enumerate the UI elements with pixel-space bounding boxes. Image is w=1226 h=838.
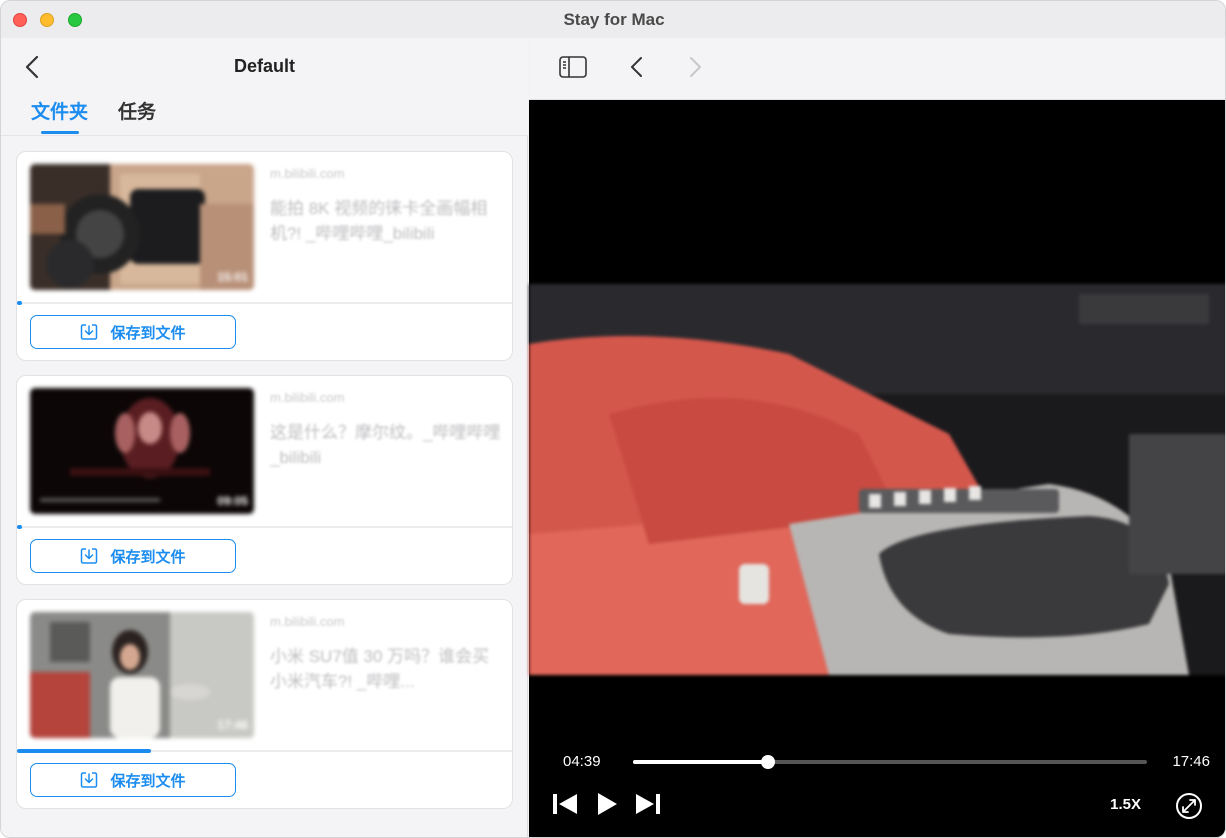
video-frame [529,284,1225,675]
download-progress-bar [17,301,512,305]
fullscreen-icon [1176,793,1202,819]
video-thumbnail[interactable]: 09:05 [30,388,254,514]
download-icon [81,548,98,564]
playback-speed-button[interactable]: 1.5X [1110,796,1141,813]
skip-forward-icon [636,794,660,814]
skip-forward-button[interactable] [634,792,662,821]
video-image [529,284,1225,675]
download-icon [81,324,98,340]
save-to-files-label: 保存到文件 [110,548,186,566]
player-toolbar [529,38,1225,100]
download-progress-fill [17,749,152,753]
nav-forward-button[interactable] [687,56,703,83]
video-title: 这是什么？摩尔纹。_哔哩哔哩_bilibili [270,423,501,467]
current-time: 04:39 [563,753,601,770]
nav-back-button[interactable] [629,56,645,83]
active-tab-indicator [41,131,79,134]
video-thumbnail[interactable]: 17:46 [30,612,254,738]
fullscreen-button[interactable] [1175,792,1203,825]
video-source: m.bilibili.com [270,166,345,181]
sidebar-panel: Default 文件夹 任务 15:01 m.bilibili.com 能拍 8… [1,38,528,837]
save-to-files-button[interactable]: 保存到文件 [30,539,236,573]
save-to-files-label: 保存到文件 [110,772,186,790]
download-progress-bar [17,749,512,753]
download-progress-fill [17,301,22,305]
video-title: 能拍 8K 视频的徕卡全画幅相机?! _哔哩哔哩_bilibili [270,199,488,243]
video-title: 小米 SU7值 30 万吗？谁会买小米汽车?! _哔哩... [270,647,490,691]
download-icon [81,772,98,788]
save-to-files-button[interactable]: 保存到文件 [30,315,236,349]
video-source: m.bilibili.com [270,614,345,629]
seek-bar[interactable] [633,755,1147,769]
skip-back-icon [553,794,577,814]
seek-bar-fill [633,760,768,764]
video-duration: 17:46 [217,718,248,732]
sidebar-toggle-icon [559,56,587,78]
play-button[interactable] [595,792,619,821]
seek-handle[interactable] [760,755,775,769]
window-title: Stay for Mac [563,10,665,29]
video-duration: 15:01 [217,270,248,284]
total-time: 17:46 [1172,753,1210,770]
play-icon [598,793,617,815]
save-to-files-label: 保存到文件 [110,324,186,342]
sidebar-title: Default [233,56,295,76]
player-panel: 04:39 17:46 1.5X [529,38,1225,837]
save-to-files-button[interactable]: 保存到文件 [30,763,236,797]
video-thumbnail[interactable]: 15:01 [30,164,254,290]
chevron-left-icon [631,57,642,77]
video-player[interactable]: 04:39 17:46 1.5X [529,100,1225,837]
list-item[interactable]: 17:46 m.bilibili.com 小米 SU7值 30 万吗？谁会买小米… [16,599,513,809]
video-duration: 09:05 [217,494,248,508]
chevron-right-icon [690,57,701,77]
video-list: 15:01 m.bilibili.com 能拍 8K 视频的徕卡全画幅相机?! … [1,137,528,837]
tab-folders[interactable]: 文件夹 [31,97,88,124]
list-item[interactable]: 09:05 m.bilibili.com 这是什么？摩尔纹。_哔哩哔哩_bili… [16,375,513,585]
video-source: m.bilibili.com [270,390,345,405]
tab-tasks[interactable]: 任务 [118,97,156,124]
sidebar-toggle-button[interactable] [559,56,587,83]
app-window: Stay for Mac Default 文件夹 任务 15:01 m.bili… [0,0,1226,838]
list-item[interactable]: 15:01 m.bilibili.com 能拍 8K 视频的徕卡全画幅相机?! … [16,151,513,361]
skip-back-button[interactable] [551,792,579,821]
title-bar: Stay for Mac [1,1,1225,38]
download-progress-fill [17,525,22,529]
sidebar-header: Default 文件夹 任务 [1,38,528,136]
download-progress-bar [17,525,512,529]
